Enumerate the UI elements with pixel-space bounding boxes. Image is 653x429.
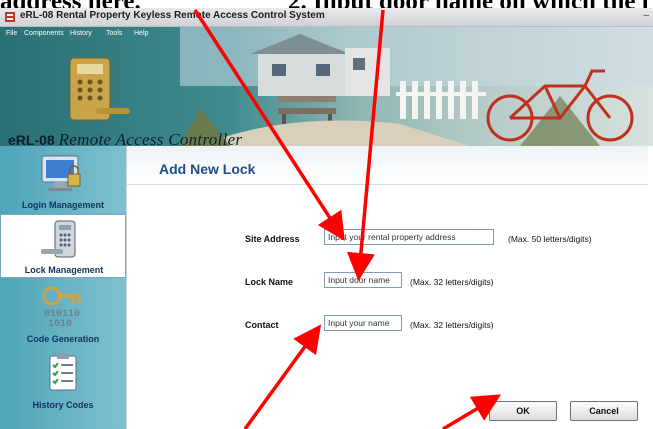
svg-text:1010: 1010 <box>48 319 72 330</box>
menu-tools[interactable]: Tools <box>106 30 122 37</box>
header-banner: eRL-08 Remote Access Controller <box>0 26 653 146</box>
window-title: eRL-08 Rental Property Keyless Remote Ac… <box>20 10 325 21</box>
contact-input[interactable]: Input your name <box>324 315 402 331</box>
banner-logo: eRL-08 Remote Access Controller <box>8 130 242 146</box>
sidebar-item-label: History Codes <box>32 400 94 410</box>
checklist-icon <box>49 353 77 391</box>
menu-history[interactable]: History <box>70 30 92 37</box>
sidebar-item-label: Login Management <box>21 200 104 210</box>
ok-button[interactable]: OK <box>489 401 557 421</box>
sidebar-item-label: Lock Management <box>24 265 104 275</box>
logo-prefix: eRL-08 <box>8 132 55 146</box>
sidebar-item-login-management[interactable]: Login Management <box>0 148 126 212</box>
binary-key-icon: 010110 1010 <box>42 286 81 330</box>
main-content: Add New Lock Site Address Input your ren… <box>126 146 648 429</box>
minimize-button[interactable]: – <box>643 10 649 21</box>
sidebar-item-code-generation[interactable]: 010110 1010 Code Generation <box>0 280 126 346</box>
page-title: Add New Lock <box>159 161 256 177</box>
contact-hint: (Max. 32 letters/digits) <box>410 320 494 330</box>
menu-help[interactable]: Help <box>134 30 148 37</box>
app-icon <box>5 12 15 22</box>
menu-file[interactable]: File <box>6 30 17 37</box>
menu-bar: File Components History Tools Help <box>0 27 360 41</box>
content-header: Add New Lock <box>127 146 648 185</box>
sidebar-item-label: Code Generation <box>26 334 100 344</box>
cancel-button[interactable]: Cancel <box>570 401 638 421</box>
site-address-label: Site Address <box>245 234 300 244</box>
site-address-input[interactable]: Input your rental property address <box>324 229 494 245</box>
site-address-hint: (Max. 50 letters/digits) <box>508 234 592 244</box>
lock-name-label: Lock Name <box>245 277 294 287</box>
sidebar-item-lock-management[interactable]: Lock Management <box>0 214 126 278</box>
window-title-bar: eRL-08 Rental Property Keyless Remote Ac… <box>0 8 653 27</box>
sidebar-item-history-codes[interactable]: History Codes <box>0 348 126 412</box>
banner-photo <box>69 26 653 146</box>
logo-script: Remote Access Controller <box>58 130 243 146</box>
sidebar: Login Management Lock Management 010110 … <box>0 146 126 429</box>
contact-label: Contact <box>245 320 279 330</box>
keypad-lock-image <box>69 57 130 121</box>
keypad-lock-icon <box>41 220 76 258</box>
lock-name-input[interactable]: Input door name <box>324 272 402 288</box>
monitor-lock-icon <box>41 155 81 191</box>
lock-name-hint: (Max. 32 letters/digits) <box>410 277 494 287</box>
menu-components[interactable]: Components <box>24 30 64 37</box>
